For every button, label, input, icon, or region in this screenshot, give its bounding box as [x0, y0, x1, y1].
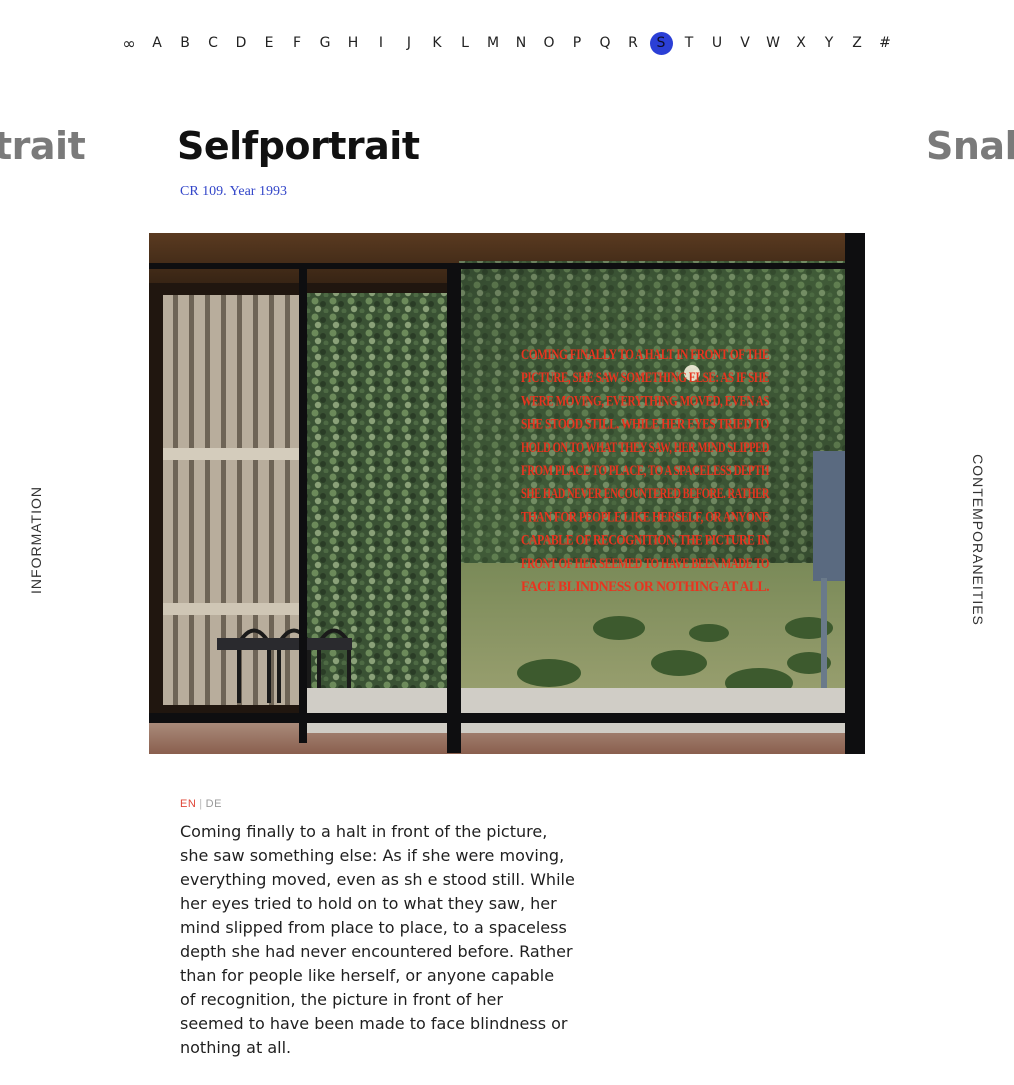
- artwork-description: Coming finally to a halt in front of the…: [180, 820, 620, 1060]
- alpha-nav-j[interactable]: J: [395, 31, 423, 55]
- alpha-nav-m[interactable]: M: [479, 31, 507, 55]
- alpha-nav-d[interactable]: D: [227, 31, 255, 55]
- alpha-nav-h[interactable]: H: [339, 31, 367, 55]
- alpha-nav-g[interactable]: G: [311, 31, 339, 55]
- description-line: she saw something else: As if she were m…: [180, 846, 565, 865]
- description-line: mind slipped from place to place, to a s…: [180, 918, 567, 937]
- alpha-nav-label: F: [292, 35, 302, 51]
- alpha-nav-label: J: [406, 35, 412, 51]
- description-line: everything moved, even as sh e stood sti…: [180, 870, 575, 889]
- alpha-nav-label: ∞: [122, 33, 136, 53]
- window-text-line: FACE BLINDNESS OR NOTHING AT ALL.: [521, 579, 770, 595]
- window-text-line: COMING FINALLY TO A HALT IN FRONT OF THE: [521, 347, 769, 363]
- window-text-line: CAPABLE OF RECOGNITION, THE PICTURE IN: [521, 533, 770, 549]
- window-text-line: PICTURE, SHE SAW SOMETHING ELSE: AS IF S…: [521, 370, 769, 386]
- window-text-line: THAN FOR PEOPLE LIKE HERSELF, OR ANYONE: [521, 509, 769, 525]
- language-en-link[interactable]: EN: [180, 798, 196, 810]
- next-work-title[interactable]: Snak: [926, 124, 1014, 168]
- alpha-nav-label: S: [649, 31, 673, 55]
- language-switch: EN | DE: [180, 798, 222, 810]
- contemporaneities-tab[interactable]: CONTEMPORANEITIES: [970, 454, 986, 626]
- alpha-nav-v[interactable]: V: [731, 31, 759, 55]
- description-line: depth she had never encountered before. …: [180, 942, 573, 961]
- catalogue-reference: CR 109. Year 1993: [180, 184, 287, 199]
- window-text-line: FRONT OF HER SEEMED TO HAVE BEEN MADE TO: [521, 556, 769, 572]
- alpha-nav-e[interactable]: E: [255, 31, 283, 55]
- alpha-nav-b[interactable]: B: [171, 31, 199, 55]
- alpha-nav-l[interactable]: L: [451, 31, 479, 55]
- alpha-nav-label: L: [461, 35, 469, 51]
- window-text-line: FROM PLACE TO PLACE, TO A SPACELESS DEPT…: [521, 463, 770, 479]
- alpha-nav-number[interactable]: #: [871, 31, 899, 55]
- alpha-nav-r[interactable]: R: [619, 31, 647, 55]
- alpha-nav-y[interactable]: Y: [815, 31, 843, 55]
- alpha-nav-z[interactable]: Z: [843, 31, 871, 55]
- alpha-nav-label: N: [515, 35, 527, 51]
- alpha-nav-label: X: [796, 35, 806, 51]
- description-line: Coming finally to a halt in front of the…: [180, 822, 548, 841]
- alpha-nav-label: Y: [824, 35, 834, 51]
- alpha-nav-k[interactable]: K: [423, 31, 451, 55]
- alpha-nav-label: M: [486, 35, 500, 51]
- alpha-nav-label: W: [766, 35, 780, 51]
- window-text-line: SHE HAD NEVER ENCOUNTERED BEFORE. RATHER: [521, 486, 770, 502]
- alpha-nav-a[interactable]: A: [143, 31, 171, 55]
- alpha-nav-label: V: [740, 35, 750, 51]
- alpha-nav-label: H: [347, 35, 359, 51]
- alpha-nav-o[interactable]: O: [535, 31, 563, 55]
- description-line: seemed to have been made to face blindne…: [180, 1014, 568, 1033]
- alpha-nav-label: K: [432, 35, 442, 51]
- artwork-photo: COMING FINALLY TO A HALT IN FRONT OF THE…: [149, 233, 865, 754]
- alpha-nav-label: T: [684, 35, 694, 51]
- window-text-line: HOLD ON TO WHAT THEY SAW, HER MIND SLIPP…: [521, 440, 770, 456]
- alpha-nav-label: G: [319, 35, 331, 51]
- description-line: of recognition, the picture in front of …: [180, 990, 503, 1009]
- alphabet-nav: ∞ A B C D E F G H I J K L M N O P Q R S T U V W X Y Z #: [0, 28, 1014, 58]
- window-text-line: SHE STOOD STILL. WHILE HER EYES TRIED TO: [521, 417, 769, 433]
- description-line: than for people like herself, or anyone …: [180, 966, 555, 985]
- alpha-nav-label: C: [208, 35, 218, 51]
- alpha-nav-q[interactable]: Q: [591, 31, 619, 55]
- alpha-nav-s[interactable]: S: [647, 31, 675, 55]
- alpha-nav-label: I: [378, 35, 384, 51]
- alpha-nav-label: R: [628, 35, 638, 51]
- alpha-nav-label: D: [235, 35, 247, 51]
- alpha-nav-label: B: [180, 35, 190, 51]
- alpha-nav-label: E: [264, 35, 274, 51]
- alpha-nav-x[interactable]: X: [787, 31, 815, 55]
- description-line: her eyes tried to hold on to what they s…: [180, 894, 557, 913]
- page: ∞ A B C D E F G H I J K L M N O P Q R S T U V W X Y Z # trait Selfp…: [0, 0, 1014, 1085]
- alpha-nav-label: P: [572, 35, 582, 51]
- alpha-nav-label: U: [711, 35, 723, 51]
- alpha-nav-w[interactable]: W: [759, 31, 787, 55]
- alpha-nav-label: Z: [852, 35, 862, 51]
- alpha-nav-c[interactable]: C: [199, 31, 227, 55]
- alpha-nav-label: #: [879, 35, 891, 51]
- window-text-line: WERE MOVING, EVERYTHING MOVED, EVEN AS: [521, 393, 769, 409]
- language-de-link[interactable]: DE: [206, 798, 222, 810]
- previous-work-title[interactable]: trait: [0, 124, 86, 168]
- information-tab[interactable]: INFORMATION: [28, 486, 44, 594]
- page-title: Selfportrait: [177, 124, 420, 168]
- alpha-nav-i[interactable]: I: [367, 31, 395, 55]
- alpha-nav-t[interactable]: T: [675, 31, 703, 55]
- language-separator: |: [199, 798, 203, 810]
- alpha-nav-all[interactable]: ∞: [115, 31, 143, 55]
- alpha-nav-label: A: [152, 35, 162, 51]
- alpha-nav-p[interactable]: P: [563, 31, 591, 55]
- alpha-nav-u[interactable]: U: [703, 31, 731, 55]
- description-line: nothing at all.: [180, 1038, 292, 1057]
- alpha-nav-n[interactable]: N: [507, 31, 535, 55]
- alpha-nav-label: Q: [599, 35, 611, 51]
- alpha-nav-f[interactable]: F: [283, 31, 311, 55]
- alpha-nav-label: O: [543, 35, 555, 51]
